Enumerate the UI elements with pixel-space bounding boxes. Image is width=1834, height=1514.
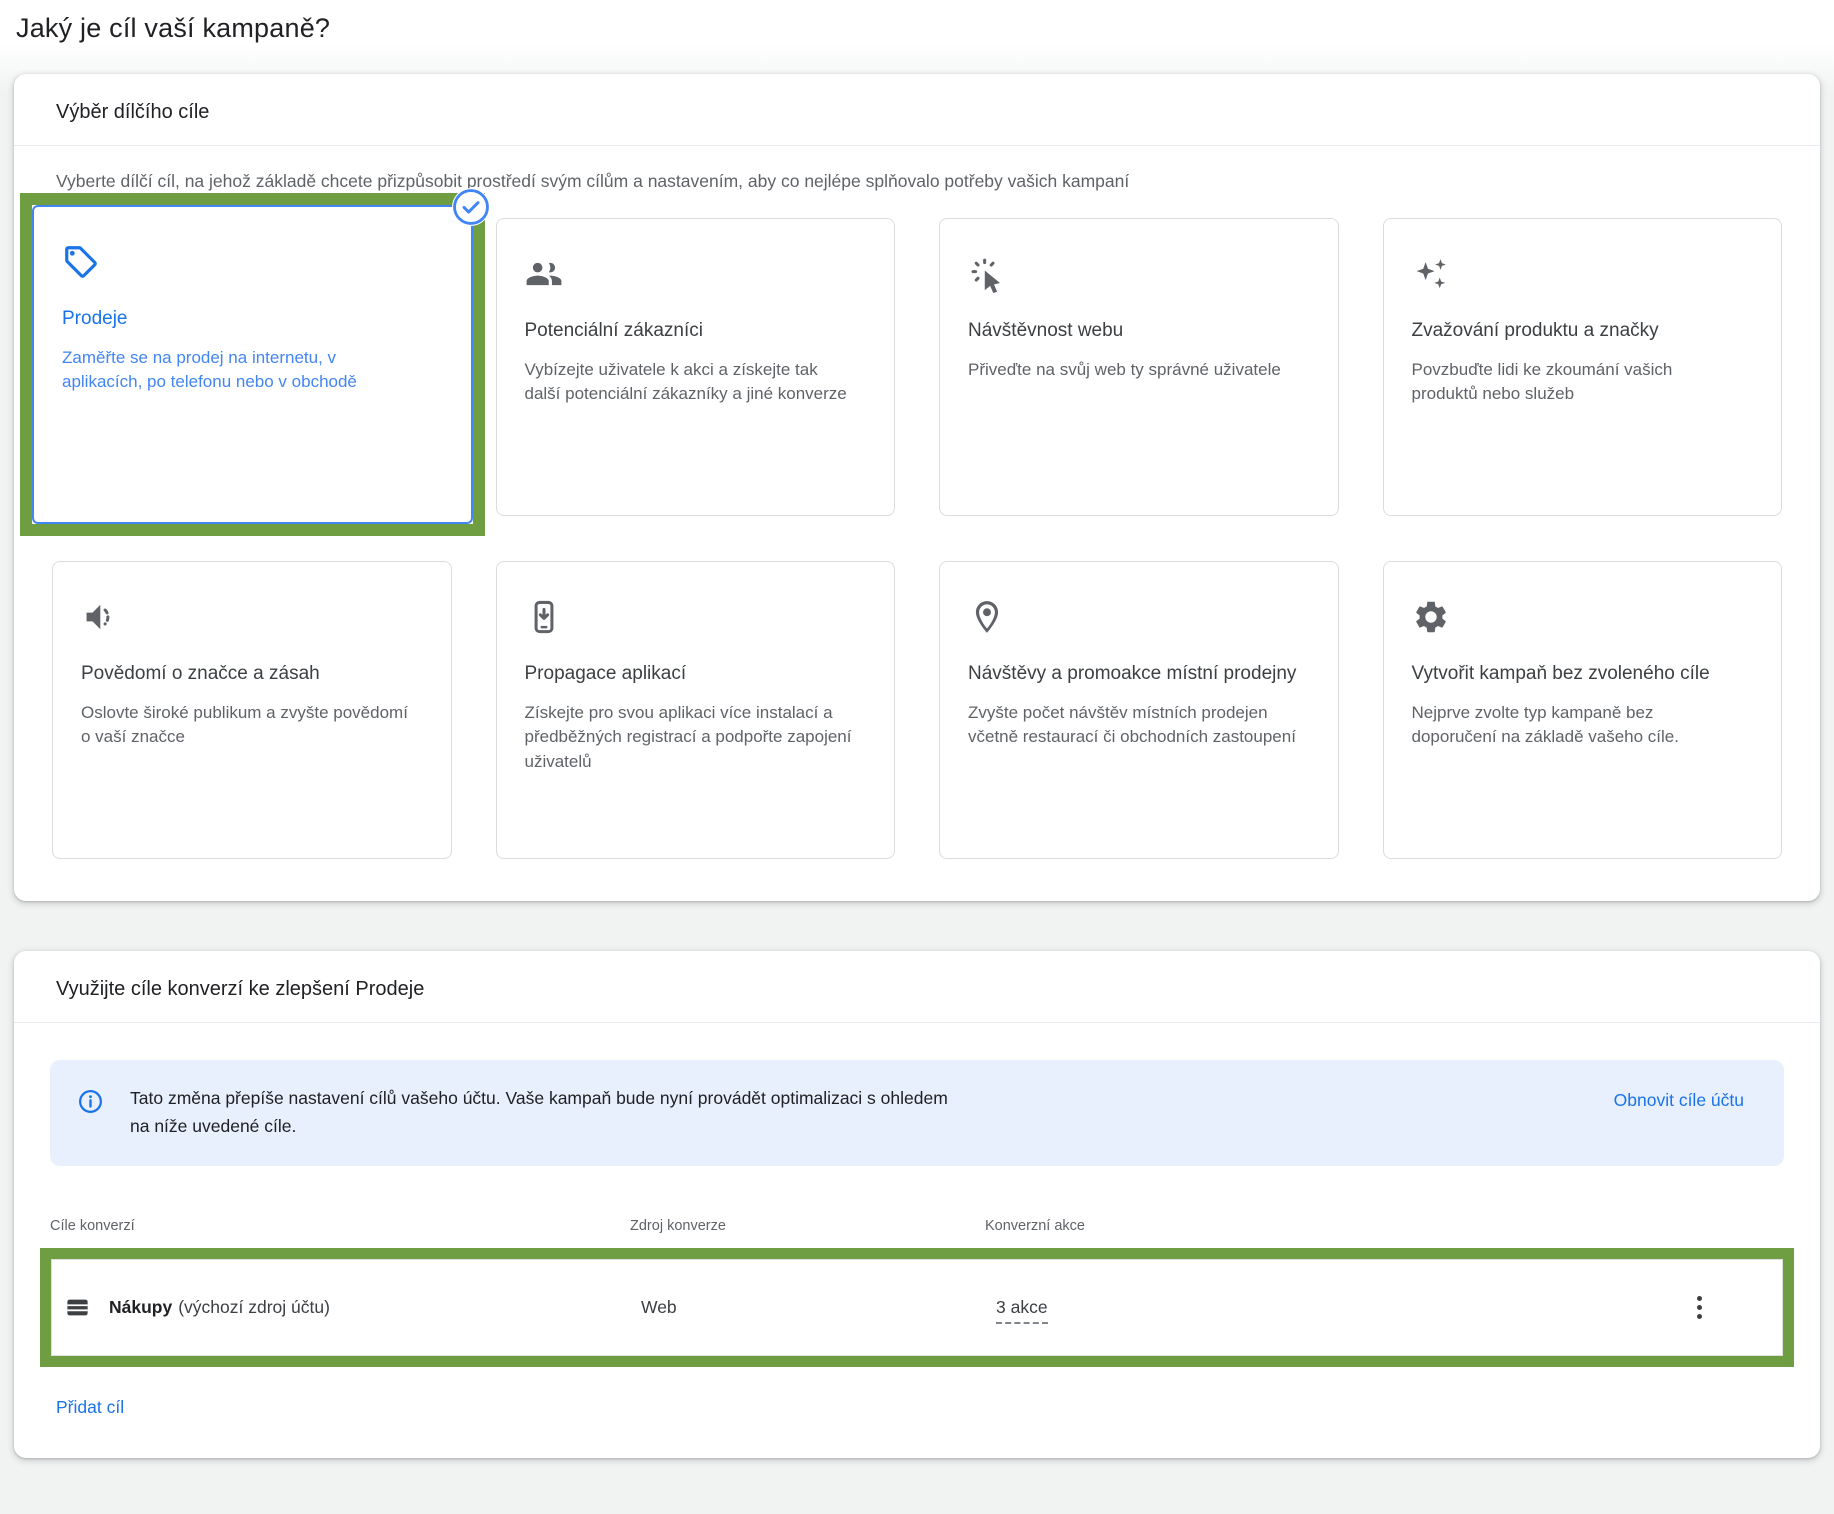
conversion-section-header: Využijte cíle konverzí ke zlepšení Prode… [14,951,1820,1023]
cursor-click-icon [968,255,1310,293]
goal-tile-title: Návštěvnost webu [968,318,1310,344]
annotation-highlight-selected-tile: Prodeje Zaměřte se na prodej na internet… [20,193,485,536]
goal-tile-description: Povzbuďte lidi ke zkoumání vašich produk… [1412,358,1742,407]
goal-tile-navstevy-prodejny[interactable]: Návštěvy a promoakce místní prodejny Zvy… [939,561,1339,859]
restore-account-goals-link[interactable]: Obnovit cíle účtu [1614,1090,1744,1111]
goal-tile-description: Získejte pro svou aplikaci více instalac… [525,701,855,775]
goal-tile-prodeje[interactable]: Prodeje Zaměřte se na prodej na internet… [32,205,473,524]
people-icon [525,255,867,293]
gear-icon [1412,598,1754,636]
goal-tile-description: Vybízejte uživatele k akci a získejte ta… [525,358,855,407]
goal-tile-description: Zaměřte se na prodej na internetu, v apl… [62,346,392,395]
goal-tile-title: Návštěvy a promoakce místní prodejny [968,661,1310,687]
info-icon [77,1088,104,1115]
annotation-highlight-table-row: Nákupy(výchozí zdroj účtu) Web 3 akce [40,1248,1794,1367]
goal-tile-description: Oslovte široké publikum a zvyšte povědom… [81,701,411,750]
goal-tile-title: Vytvořit kampaň bez zvoleného cíle [1412,661,1754,687]
tag-icon [62,243,443,281]
sparkles-icon [1412,255,1754,293]
goal-tile-title: Propagace aplikací [525,661,867,687]
page-title: Jaký je cíl vaší kampaně? [0,0,1834,44]
goal-cell: Nákupy(výchozí zdroj účtu) [64,1294,641,1321]
column-header-source: Zdroj konverze [630,1218,985,1234]
column-header-goals: Cíle konverzí [50,1218,630,1234]
subgoal-selection-card: Výběr dílčího cíle Vyberte dílčí cíl, na… [14,74,1820,901]
add-goal-link[interactable]: Přidat cíl [56,1397,124,1418]
goal-tile-potencialni-zakaznici[interactable]: Potenciální zákazníci Vybízejte uživatel… [496,218,896,516]
goal-tile-povedomi-o-znacce[interactable]: Povědomí o značce a zásah Oslovte široké… [52,561,452,859]
goal-tile-title: Potenciální zákazníci [525,318,867,344]
goal-tile-zvazovani-produktu[interactable]: Zvažování produktu a značky Povzbuďte li… [1383,218,1783,516]
info-banner: Tato změna přepíše nastavení cílů vašeho… [50,1060,1784,1166]
conversion-actions-cell: 3 akce [996,1297,1697,1318]
purchases-card-icon [64,1294,91,1321]
goal-tiles-grid: Prodeje Zaměřte se na prodej na internet… [14,192,1820,901]
goal-tile-propagace-aplikaci[interactable]: Propagace aplikací Získejte pro svou apl… [496,561,896,859]
goal-tile-title: Prodeje [62,306,443,332]
goal-tile-description: Zvyšte počet návštěv místních prodejen v… [968,701,1298,750]
add-goal-container: Přidat cíl [14,1367,1820,1458]
goal-tile-title: Zvažování produktu a značky [1412,318,1754,344]
actions-count-link[interactable]: 3 akce [996,1297,1048,1324]
app-download-icon [525,598,867,636]
conversion-source-cell: Web [641,1297,996,1318]
location-pin-icon [968,598,1310,636]
subgoal-section-header: Výběr dílčího cíle [14,74,1820,146]
subgoal-section-description: Vyberte dílčí cíl, na jehož základě chce… [14,146,1820,192]
goal-tile-description: Přiveďte na svůj web ty správné uživatel… [968,358,1298,383]
column-header-actions: Konverzní akce [985,1218,1085,1234]
conversion-table-header-row: Cíle konverzí Zdroj konverze Konverzní a… [50,1218,1784,1234]
goal-tile-navstevnost-webu[interactable]: Návštěvnost webu Přiveďte na svůj web ty… [939,218,1339,516]
goal-tile-title: Povědomí o značce a zásah [81,661,423,687]
goal-tile-bez-cile[interactable]: Vytvořit kampaň bez zvoleného cíle Nejpr… [1383,561,1783,859]
megaphone-icon [81,598,423,636]
conversion-goal-row: Nákupy(výchozí zdroj účtu) Web 3 akce [51,1259,1783,1356]
check-circle-icon [452,188,490,226]
info-banner-text: Tato změna přepíše nastavení cílů vašeho… [130,1084,948,1140]
goal-label: Nákupy(výchozí zdroj účtu) [109,1297,330,1318]
kebab-menu-icon[interactable] [1697,1296,1782,1319]
goal-tile-description: Nejprve zvolte typ kampaně bez doporučen… [1412,701,1742,750]
conversion-goals-card: Využijte cíle konverzí ke zlepšení Prode… [14,951,1820,1458]
